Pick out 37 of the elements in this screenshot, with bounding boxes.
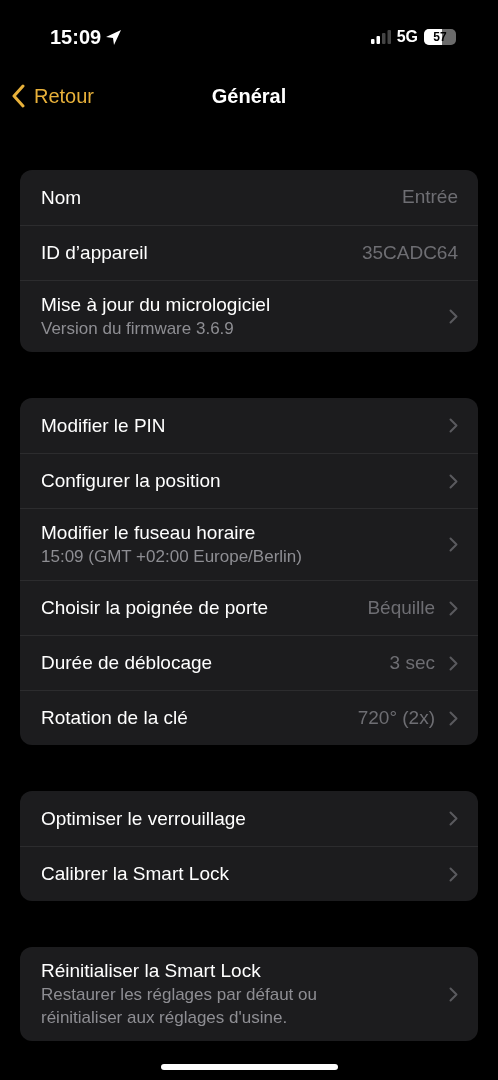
row-title: Modifier le fuseau horaire [41, 521, 257, 545]
row-value: Béquille [367, 595, 435, 620]
row-title: Modifier le PIN [41, 413, 167, 438]
row-title: Calibrer la Smart Lock [41, 862, 230, 886]
settings-row[interactable]: Optimiser le verrouillage [20, 791, 478, 846]
settings-row[interactable]: Mise à jour du micrologiciel Version du firmware 3.6.9 [20, 280, 478, 352]
row-value: 35CADC64 [361, 240, 458, 265]
location-arrow-icon [105, 28, 123, 46]
row-title: Configurer la position [41, 469, 222, 493]
row-title: ID d’appareil [41, 241, 149, 265]
settings-row[interactable]: Modifier le fuseau horaire 15:09 (GMT +02:00 Europe/Berlin) [20, 508, 478, 580]
row-value: 3 sec [389, 650, 435, 675]
row-title: Nom [41, 185, 83, 210]
settings-row[interactable]: Configurer la position [20, 453, 478, 508]
settings-row[interactable]: Calibrer la Smart Lock [20, 846, 478, 901]
row-subtitle: Restaurer les réglages par défaut ou réinitialiser aux réglages d'usine. [41, 984, 318, 1029]
status-time: 15:09 [50, 25, 102, 50]
row-title: Optimiser le verrouillage [41, 806, 247, 831]
row-value: 720° (2x) [357, 705, 435, 730]
row-title: Rotation de la clé [41, 706, 189, 730]
row-title: Choisir la poignée de porte [41, 596, 270, 620]
settings-row[interactable]: Modifier le PIN [20, 398, 478, 453]
settings-row[interactable]: Durée de déblocage 3 sec [20, 635, 478, 690]
back-chevron-icon [12, 84, 26, 108]
network-label: 5G [396, 27, 418, 47]
row-title: Mise à jour du micrologiciel [41, 293, 272, 317]
settings-row[interactable]: Rotation de la clé 720° (2x) [20, 690, 478, 745]
settings-row[interactable]: Choisir la poignée de porte Béquille [20, 580, 478, 635]
row-subtitle: 15:09 (GMT +02:00 Europe/Berlin) [41, 546, 303, 568]
row-title: Durée de déblocage [41, 651, 214, 675]
page-title: Général [211, 84, 287, 109]
row-subtitle: Version du firmware 3.6.9 [41, 318, 235, 340]
row-value: Entrée [402, 185, 458, 210]
settings-row[interactable]: Réinitialiser la Smart Lock Restaurer les réglages par défaut ou réinitialiser aux réglages d'usine. [20, 947, 478, 1041]
back-button[interactable]: Retour [0, 81, 95, 111]
signal-icon [370, 30, 391, 44]
row-title: Réinitialiser la Smart Lock [41, 959, 262, 983]
